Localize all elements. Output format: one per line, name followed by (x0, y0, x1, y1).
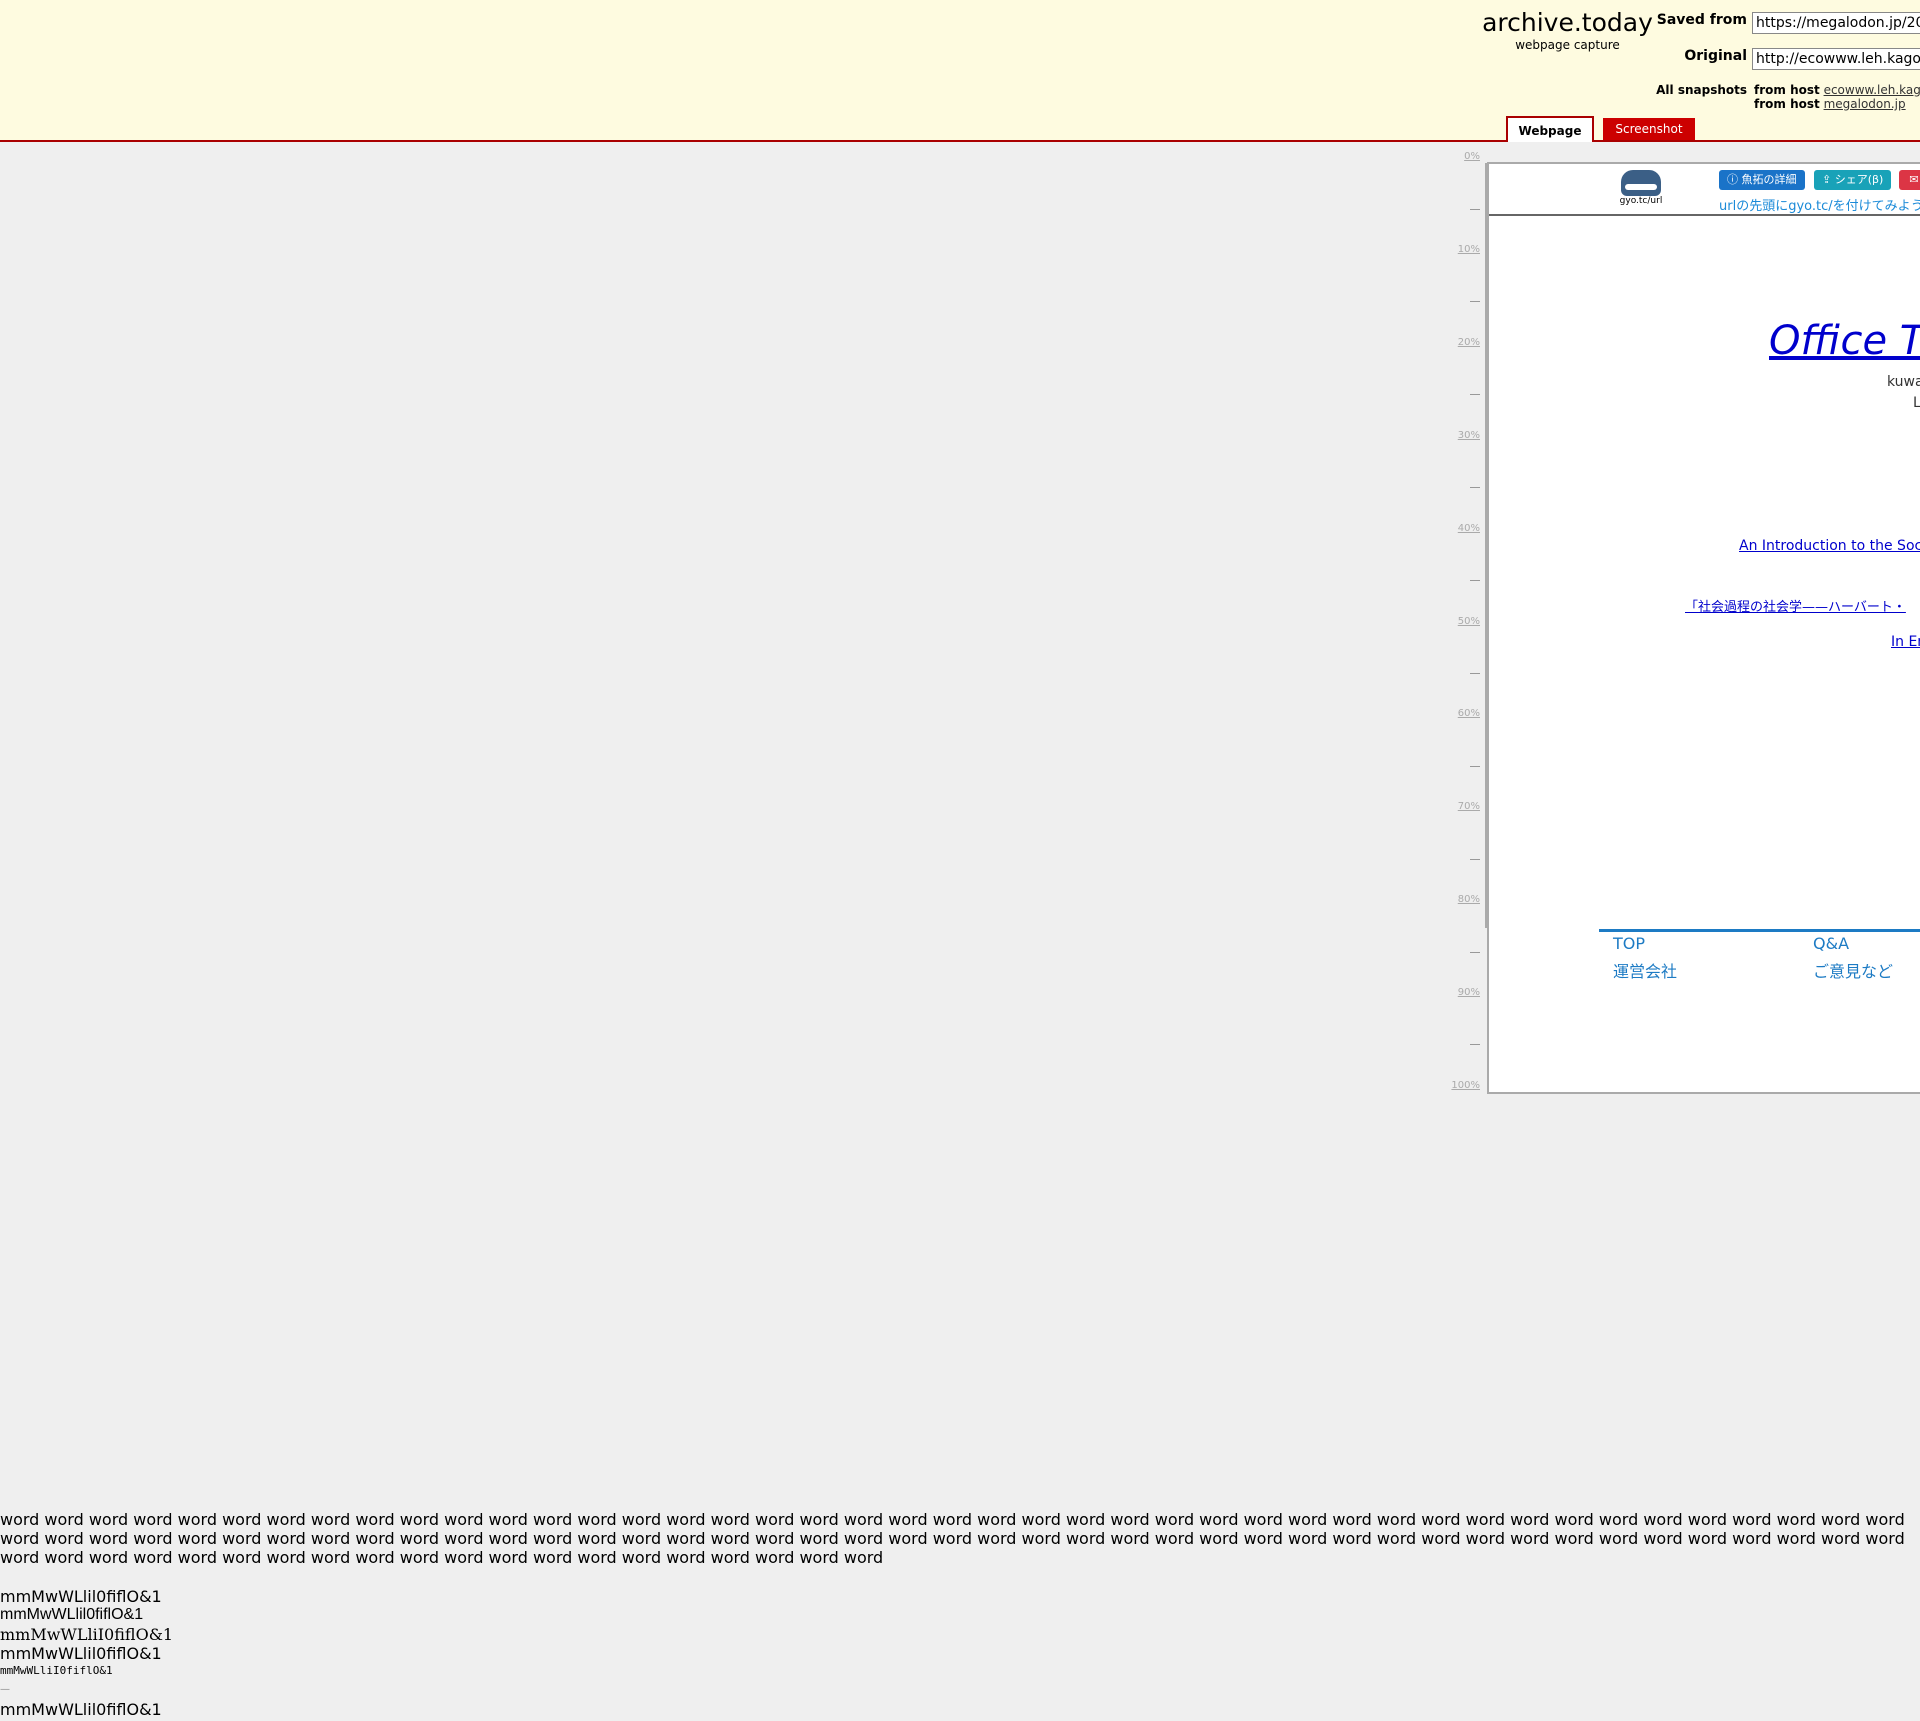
scale-label[interactable]: 80% (1458, 894, 1480, 905)
glyph-sample: mmMwWLliI0fiflO&1 (0, 1625, 174, 1644)
gyotaku-logo-label: gyo.tc/url (1619, 196, 1663, 206)
nav-company-link[interactable]: 運営会社 (1613, 958, 1677, 982)
share-icon: ⇪ (1822, 173, 1835, 186)
nav-top-link[interactable]: TOP (1613, 934, 1645, 953)
gyotaku-toolbar: gyo.tc/url ⓘ 魚拓の詳細 ⇪ シェア(β) ✉ urlの先頭にgyo… (1489, 164, 1920, 216)
gyotaku-share-label: シェア(β) (1834, 173, 1884, 186)
scale-tick (1470, 859, 1480, 860)
dash-mark: — (0, 1684, 10, 1695)
scale-label[interactable]: 90% (1458, 987, 1480, 998)
archive-header: archive.today webpage capture Saved from… (0, 0, 1920, 142)
scale-label[interactable]: 40% (1458, 523, 1480, 534)
saved-from-field[interactable]: https://megalodon.jp/202 (1752, 12, 1920, 34)
snapshot-prefix: from host (1754, 97, 1820, 111)
original-label: Original (1684, 48, 1747, 64)
scale-tick (1470, 1044, 1480, 1045)
scale-tick (1470, 301, 1480, 302)
word-line: word word word word word word word word … (0, 1510, 1905, 1529)
scale-tick (1470, 580, 1480, 581)
scale-label[interactable]: 70% (1458, 801, 1480, 812)
snapshot-row: from host ecowww.leh.kag (1754, 83, 1920, 97)
glyph-sample: mmMwWLlil0fiflO&1 (0, 1587, 162, 1606)
mail-icon: ✉ (1909, 173, 1919, 186)
scale-label[interactable]: 10% (1458, 244, 1480, 255)
captured-page-frame: gyo.tc/url ⓘ 魚拓の詳細 ⇪ シェア(β) ✉ urlの先頭にgyo… (1487, 162, 1920, 1094)
saved-from-label: Saved from (1656, 12, 1747, 28)
japanese-book-item: 「社会過程の社会学——ハーバート・ (1685, 596, 1906, 615)
word-line: word word word word word word word word … (0, 1529, 1905, 1548)
glyph-sample: mmMwWLlil0fiflO&1 (0, 1644, 162, 1663)
snapshot-prefix: from host (1754, 83, 1820, 97)
snapshot-host-link[interactable]: ecowww.leh.kag (1824, 83, 1920, 97)
scale-tick (1470, 209, 1480, 210)
word-line: word word word word word word word word … (0, 1548, 884, 1567)
nav-feedback-link[interactable]: ご意見など (1813, 958, 1893, 982)
japanese-book-link[interactable]: 社会過程の社会学——ハーバート・ (1698, 600, 1906, 615)
gyotaku-detail-button[interactable]: ⓘ 魚拓の詳細 (1719, 170, 1805, 190)
glyph-sample: mmMwWLlil0fiflO&1 (0, 1606, 144, 1623)
site-title-link[interactable]: Office Ts (1769, 318, 1920, 364)
glyph-sample: mmMwWLliI0fiflO&1 (0, 1664, 113, 1677)
nav-qa-link[interactable]: Q&A (1813, 934, 1849, 953)
english-link[interactable]: In En (1891, 634, 1920, 650)
word-test-block: word word word word word word word word … (0, 1510, 1920, 1570)
gyotaku-logo[interactable]: gyo.tc/url (1617, 170, 1665, 210)
scroll-scale: 0% 10% 20% 30% 40% 50% 60% 70% 80% 90% 1… (1448, 150, 1484, 1095)
gyotaku-hint-link[interactable]: urlの先頭にgyo.tc/を付けてみよう (1719, 195, 1920, 214)
scale-label[interactable]: 20% (1458, 337, 1480, 348)
scale-tick (1470, 952, 1480, 953)
original-field[interactable]: http://ecowww.leh.kagos (1752, 48, 1920, 70)
glyph-sample: mmMwWLlil0fiflO&1 (0, 1700, 162, 1719)
bracket-text: 「 (1685, 600, 1699, 615)
snapshot-row: from host megalodon.jp (1754, 97, 1906, 111)
all-snapshots-label: All snapshots (1656, 83, 1747, 97)
scale-tick (1470, 394, 1480, 395)
scale-label[interactable]: 30% (1458, 430, 1480, 441)
gyotaku-mail-button[interactable]: ✉ (1899, 170, 1920, 190)
gyotaku-share-button[interactable]: ⇪ シェア(β) (1814, 170, 1892, 190)
intro-link[interactable]: An Introduction to the Soc (1739, 538, 1920, 554)
info-icon: ⓘ (1727, 173, 1742, 186)
boot-icon (1621, 170, 1661, 196)
footer-nav: TOP Q&A 運営会社 ご意見など (1599, 929, 1920, 981)
scale-tick (1470, 673, 1480, 674)
scale-tick (1470, 766, 1480, 767)
site-subtitle-line2: L (1913, 395, 1920, 411)
scale-label[interactable]: 0% (1464, 151, 1480, 162)
scale-label[interactable]: 100% (1451, 1080, 1480, 1091)
snapshot-host-link[interactable]: megalodon.jp (1824, 97, 1906, 111)
scale-label[interactable]: 50% (1458, 616, 1480, 627)
tab-screenshot[interactable]: Screenshot (1603, 118, 1695, 140)
gyotaku-detail-label: 魚拓の詳細 (1741, 173, 1797, 186)
tab-webpage[interactable]: Webpage (1506, 116, 1594, 142)
site-subtitle: kuwa (1887, 374, 1920, 390)
archive-brand[interactable]: archive.today webpage capture (1480, 8, 1655, 52)
scale-label[interactable]: 60% (1458, 708, 1480, 719)
brand-title[interactable]: archive.today (1480, 8, 1655, 38)
scale-tick (1470, 487, 1480, 488)
brand-subtitle: webpage capture (1515, 38, 1620, 52)
